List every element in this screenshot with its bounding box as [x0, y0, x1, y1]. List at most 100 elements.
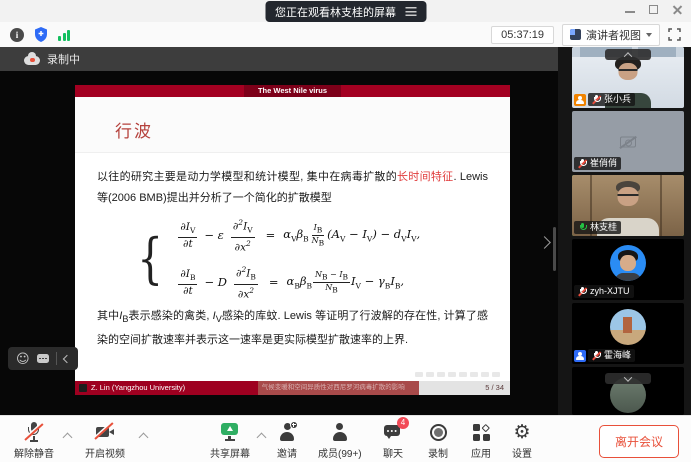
- chevron-down-icon: [624, 373, 632, 381]
- scroll-down-button[interactable]: [605, 373, 651, 384]
- participant-name: 林支桂: [590, 222, 617, 233]
- view-mode-label: 演讲者视图: [586, 27, 641, 43]
- divider: [56, 352, 57, 365]
- participants-sidebar: 张小兵 崔俏俏 林支桂 zyh-XJTU: [558, 47, 691, 415]
- muted-mic-icon: [592, 95, 601, 105]
- unmute-button[interactable]: 解除静音: [14, 422, 54, 460]
- window-titlebar: 您正在观看林支桂的屏幕: [0, 0, 691, 22]
- watching-title-pill[interactable]: 您正在观看林支桂的屏幕: [265, 1, 426, 22]
- participant-name: zyh-XJTU: [590, 286, 630, 297]
- share-screen-label: 共享屏幕: [210, 445, 250, 460]
- members-label: 成员(99+): [318, 445, 362, 460]
- gear-icon: [513, 422, 530, 442]
- invite-person-icon: [278, 422, 296, 442]
- muted-mic-icon: [25, 422, 43, 442]
- video-options-chevron[interactable]: [139, 433, 149, 443]
- start-video-button[interactable]: 开启视频: [85, 422, 125, 460]
- muted-mic-icon: [592, 351, 601, 361]
- slide-banner-title: The West Nile virus: [244, 85, 341, 97]
- presentation-slide: The West Nile virus 行波 以往的研究主要是动力学模型和统计模…: [75, 85, 510, 395]
- chat-unread-badge: 4: [397, 417, 409, 429]
- leave-meeting-button[interactable]: 离开会议: [599, 425, 679, 458]
- invite-label: 邀请: [277, 445, 297, 460]
- participant-tile-2[interactable]: 崔俏俏: [572, 111, 684, 172]
- shared-screen-stage: 录制中 The West Nile virus 行波 以往的研究主要是动力学模型…: [0, 47, 558, 415]
- minimize-button[interactable]: [625, 11, 635, 13]
- participant-tile-4[interactable]: zyh-XJTU: [572, 239, 684, 300]
- recording-label: 录制中: [47, 51, 80, 67]
- apps-label: 应用: [471, 445, 491, 460]
- slide-footer: Z. Lin (Yangzhou University) 气候变暖和空间异质性对…: [75, 381, 510, 395]
- participant-tile-6-partial[interactable]: [572, 367, 684, 415]
- unmute-label: 解除静音: [14, 445, 54, 460]
- members-button[interactable]: 成员(99+): [318, 422, 362, 460]
- network-signal-icon[interactable]: [58, 29, 70, 41]
- members-icon: [331, 422, 349, 442]
- watching-title: 您正在观看林支桂的屏幕: [275, 4, 396, 20]
- emoji-icon[interactable]: [16, 350, 30, 368]
- close-button[interactable]: [672, 4, 683, 15]
- chat-button[interactable]: 4 聊天: [383, 422, 403, 460]
- member-status-badge: [574, 94, 586, 106]
- member-status-badge: [574, 350, 586, 362]
- collapse-left-icon[interactable]: [62, 354, 70, 362]
- share-screen-icon: [220, 422, 240, 442]
- view-mode-selector[interactable]: 演讲者视图: [562, 24, 660, 46]
- fullscreen-icon[interactable]: [668, 28, 681, 41]
- settings-button[interactable]: 设置: [512, 422, 532, 460]
- layout-icon: [570, 29, 581, 40]
- bottom-toolbar: 解除静音 开启视频 共享屏幕 邀请 成员(99+) 4 聊天 录制: [0, 415, 691, 462]
- share-options-chevron[interactable]: [257, 433, 267, 443]
- settings-label: 设置: [512, 445, 532, 460]
- slide-top-banner: The West Nile virus: [75, 85, 510, 97]
- camera-off-icon: [620, 136, 636, 147]
- share-screen-button[interactable]: 共享屏幕: [210, 422, 250, 460]
- maximize-button[interactable]: [649, 5, 658, 14]
- equation-row-2: ∂IB∂t − D ∂2IB∂x2 = αBβB NB − IBNB IV − …: [175, 264, 420, 300]
- mic-options-chevron[interactable]: [63, 433, 73, 443]
- chevron-up-icon: [624, 52, 632, 60]
- chat-label: 聊天: [383, 445, 403, 460]
- apps-grid-icon: [473, 424, 490, 441]
- meeting-topbar: 05:37:19 演讲者视图: [0, 22, 691, 47]
- participant-name: 张小兵: [604, 94, 631, 105]
- pill-menu-icon[interactable]: [405, 7, 416, 16]
- slide-footer-logo: [79, 384, 87, 392]
- record-button[interactable]: 录制: [428, 422, 448, 460]
- record-icon: [430, 424, 447, 441]
- participant-tile-3-speaking[interactable]: 林支桂: [572, 175, 684, 236]
- slide-header: 行波: [75, 97, 510, 153]
- participant-tile-1[interactable]: 张小兵: [572, 47, 684, 108]
- slide-nav-symbols: [415, 372, 500, 377]
- collapse-sidebar-button[interactable]: [605, 49, 651, 60]
- security-shield-icon[interactable]: [34, 27, 48, 42]
- participant-name: 霍海峰: [604, 350, 631, 361]
- slide-title: 行波: [75, 97, 510, 142]
- slide-page-number: 5 / 34: [419, 381, 510, 395]
- apps-button[interactable]: 应用: [471, 422, 491, 460]
- stage-scrollbar[interactable]: [553, 227, 556, 271]
- participant-name: 崔俏俏: [590, 158, 617, 169]
- meeting-info-icon[interactable]: [10, 28, 24, 42]
- participant-tile-5[interactable]: 霍海峰: [572, 303, 684, 364]
- recording-banner: 录制中: [0, 47, 558, 71]
- slide-talk-title: 气候变暖和空间异质性对西尼罗河病毒扩散的影响: [258, 381, 419, 395]
- slide-equations: { ∂IV∂t − ε ∂2IV∂x2 = αVβB IBNB (AV − IV…: [133, 217, 488, 300]
- cloud-record-icon: [24, 56, 40, 65]
- chat-icon: 4: [383, 422, 403, 442]
- meeting-window: 您正在观看林支桂的屏幕 05:37:19 演讲者视图: [0, 0, 691, 462]
- slide-paragraph-2: 其中IB表示感染的禽类, IV感染的库蚊. Lewis 等证明了行波解的存在性,…: [97, 306, 488, 351]
- next-page-chevron[interactable]: [538, 236, 551, 249]
- record-label: 录制: [428, 445, 448, 460]
- active-mic-icon: [578, 223, 587, 233]
- chevron-down-icon: [646, 33, 652, 37]
- invite-button[interactable]: 邀请: [277, 422, 297, 460]
- muted-mic-icon: [578, 159, 587, 169]
- reaction-bar: [8, 347, 78, 370]
- meeting-timer: 05:37:19: [491, 26, 554, 44]
- chat-bubble-icon[interactable]: [37, 354, 49, 363]
- muted-mic-icon: [578, 287, 587, 297]
- equation-row-1: ∂IV∂t − ε ∂2IV∂x2 = αVβB IBNB (AV − IV) …: [175, 217, 420, 253]
- slide-paragraph-1: 以往的研究主要是动力学模型和统计模型, 集中在病毒扩散的长时间特征. Lewis…: [97, 167, 488, 209]
- camera-off-icon: [95, 422, 116, 442]
